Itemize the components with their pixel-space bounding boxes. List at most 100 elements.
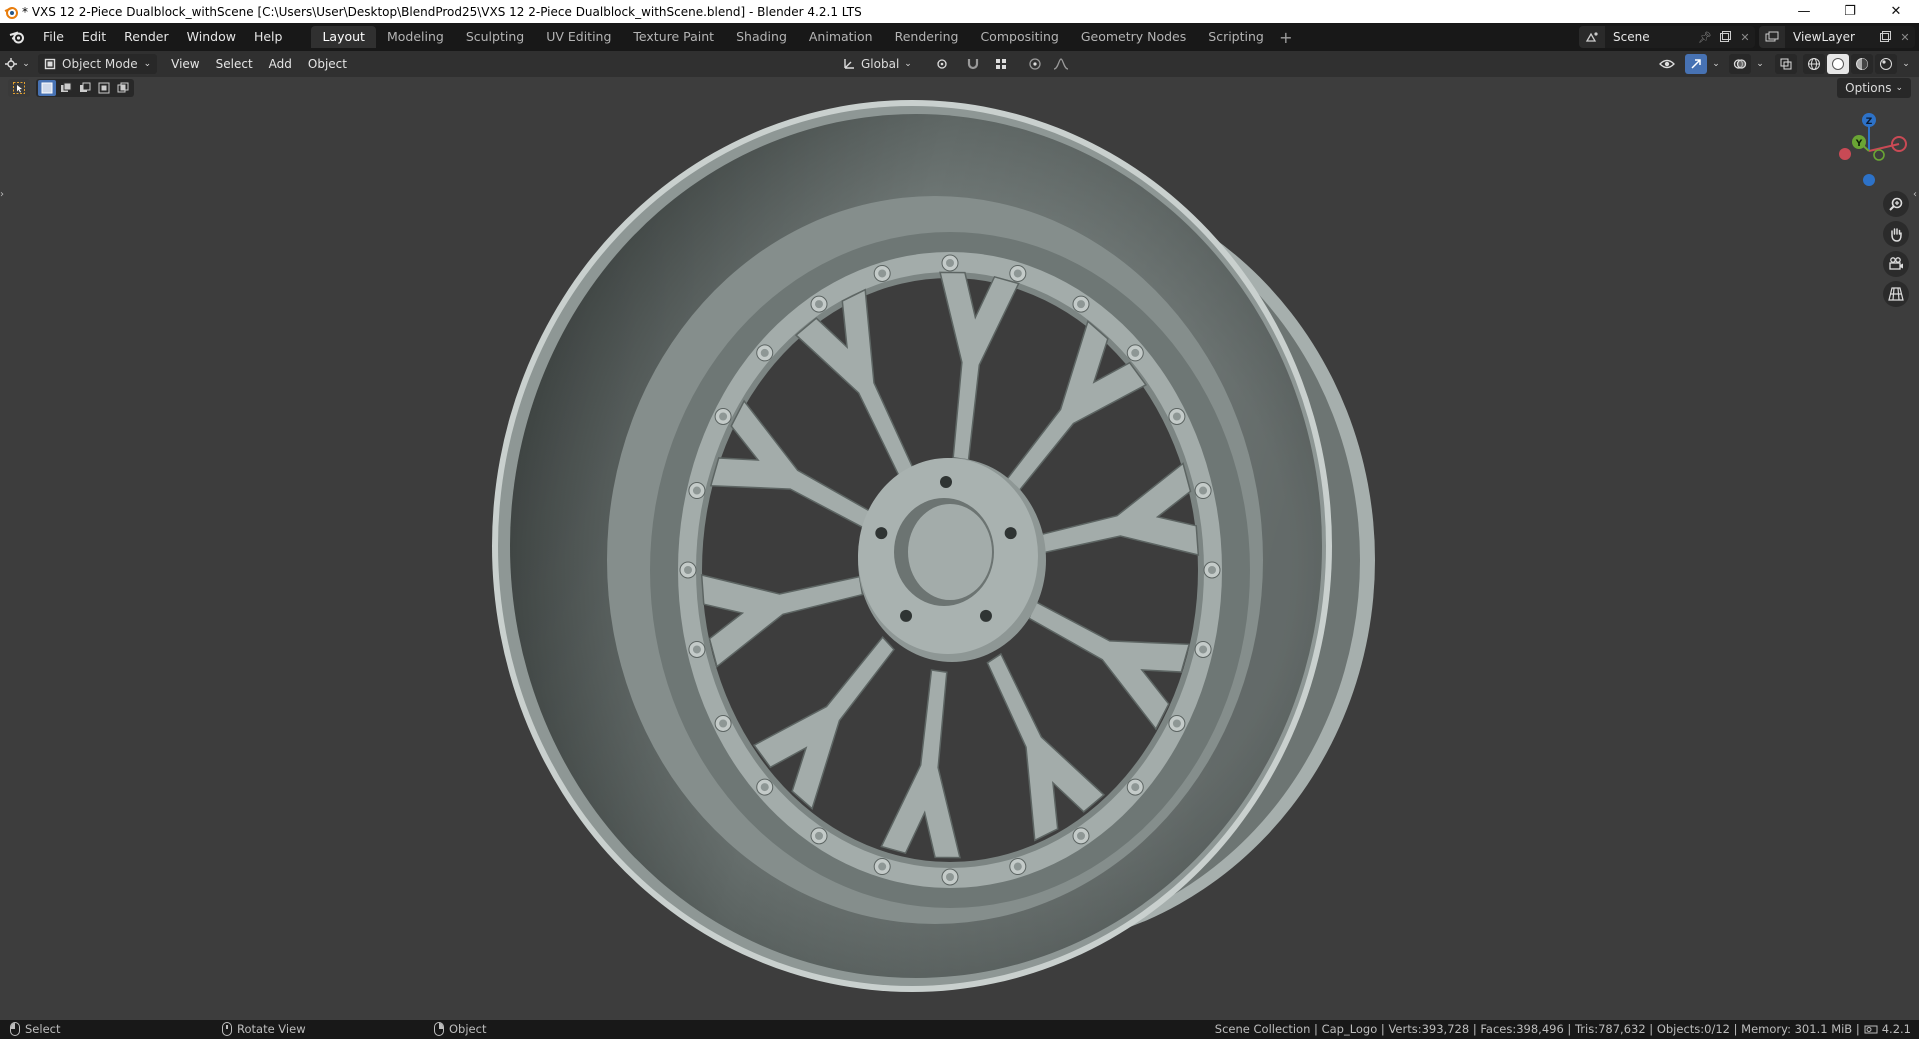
visibility-button[interactable]	[1651, 54, 1683, 74]
menu-edit[interactable]: Edit	[73, 25, 115, 49]
tab-texture-paint[interactable]: Texture Paint	[622, 26, 725, 48]
navigation-gizmo[interactable]: Z Y	[1827, 110, 1911, 194]
show-gizmo-button[interactable]	[1685, 54, 1707, 74]
gizmo-neg-x-axis[interactable]	[1839, 148, 1851, 160]
editor-type-button[interactable]: ⌄	[0, 54, 34, 74]
minimize-button[interactable]: —	[1781, 0, 1827, 23]
options-label: Options	[1845, 81, 1892, 95]
menu-render[interactable]: Render	[115, 25, 178, 49]
perspective-toggle-button[interactable]	[1883, 281, 1909, 307]
menu-add[interactable]: Add	[261, 57, 300, 71]
delete-scene-icon[interactable]: ✕	[1735, 26, 1755, 48]
chevron-down-icon: ⌄	[1895, 83, 1903, 93]
scene-selector[interactable]: Scene 📌︎ ✕	[1579, 26, 1755, 48]
gpu-icon	[1864, 1025, 1878, 1033]
window-titlebar: * VXS 12 2-Piece Dualblock_withScene [C:…	[0, 0, 1919, 23]
viewport-header: ⌄ Object Mode ⌄ View Select Add Object G…	[0, 51, 1919, 77]
menu-view[interactable]: View	[163, 57, 207, 71]
tab-scripting[interactable]: Scripting	[1197, 26, 1275, 48]
view-layer-selector[interactable]: ViewLayer ✕	[1759, 26, 1915, 48]
chevron-down-icon[interactable]: ⌄	[1709, 54, 1723, 74]
blender-logo-icon[interactable]	[0, 23, 34, 51]
xray-toggle-button[interactable]	[1775, 54, 1797, 74]
scene-name[interactable]: Scene	[1605, 30, 1695, 44]
tab-rendering[interactable]: Rendering	[884, 26, 970, 48]
select-new-icon[interactable]	[38, 80, 56, 96]
gizmo-arrow-icon	[1691, 59, 1701, 69]
bolt	[756, 778, 774, 796]
chevron-down-icon[interactable]: ⌄	[1753, 54, 1767, 74]
zoom-button[interactable]	[1883, 191, 1909, 217]
menu-file[interactable]: File	[34, 25, 73, 49]
magnet-icon	[967, 59, 978, 70]
new-scene-icon[interactable]	[1715, 26, 1735, 48]
add-workspace-button[interactable]: +	[1275, 26, 1297, 48]
delete-view-layer-icon[interactable]: ✕	[1895, 26, 1915, 48]
center-bore	[908, 504, 992, 600]
bolt	[714, 715, 732, 732]
chevron-down-icon[interactable]: ⌄	[1899, 54, 1913, 74]
shading-wireframe-button[interactable]	[1803, 54, 1825, 74]
tab-sculpting[interactable]: Sculpting	[455, 26, 535, 48]
grid-perspective-icon	[1888, 287, 1904, 301]
shading-rendered-button[interactable]	[1875, 54, 1897, 74]
new-view-layer-icon[interactable]	[1875, 26, 1895, 48]
shading-solid-button[interactable]	[1827, 54, 1849, 74]
menu-select[interactable]: Select	[208, 57, 261, 71]
orientation-selector[interactable]: Global ⌄	[838, 54, 916, 74]
active-tool-button[interactable]	[8, 79, 30, 97]
shading-material-button[interactable]	[1851, 54, 1873, 74]
menu-help[interactable]: Help	[245, 25, 292, 49]
snap-toggle-button[interactable]	[962, 54, 984, 74]
chevron-down-icon: ⌄	[143, 59, 152, 69]
pan-button[interactable]	[1883, 221, 1909, 247]
view-layer-name[interactable]: ViewLayer	[1785, 30, 1875, 44]
tab-modeling[interactable]: Modeling	[376, 26, 455, 48]
toolbar-expand-icon[interactable]: ›	[0, 189, 4, 200]
scene-statistics: Scene Collection | Cap_Logo | Verts:393,…	[1215, 1022, 1911, 1036]
select-subtract-icon[interactable]	[76, 80, 94, 96]
view-layer-icon	[1759, 26, 1785, 48]
menu-window[interactable]: Window	[178, 25, 245, 49]
restore-button[interactable]: ❐	[1827, 0, 1873, 23]
menu-object[interactable]: Object	[300, 57, 355, 71]
overlays-icon	[1733, 59, 1747, 69]
select-intersect-icon[interactable]	[114, 80, 132, 96]
3d-viewport[interactable]: › ‹ Z Y	[0, 77, 1919, 1020]
gizmo-neg-z-axis[interactable]	[1863, 174, 1875, 186]
camera-view-button[interactable]	[1883, 251, 1909, 277]
falloff-button[interactable]	[1048, 54, 1074, 74]
pivot-icon	[937, 59, 947, 69]
proportional-edit-button[interactable]	[1024, 54, 1046, 74]
bolt	[688, 482, 706, 500]
object-mode-icon	[44, 58, 56, 70]
bolt	[941, 868, 959, 886]
pivot-point-button[interactable]	[926, 54, 960, 74]
gizmo-neg-y-axis[interactable]	[1873, 149, 1885, 161]
tab-layout[interactable]: Layout	[311, 26, 376, 48]
status-select-label: Select	[25, 1022, 61, 1036]
tab-uv-editing[interactable]: UV Editing	[535, 26, 622, 48]
bolt	[1126, 778, 1144, 796]
tab-compositing[interactable]: Compositing	[969, 26, 1069, 48]
viewport-display-controls: ⌄ ⌄ ⌄	[1651, 54, 1913, 74]
select-invert-icon[interactable]	[95, 80, 113, 96]
bolt	[873, 858, 891, 876]
overlays-button[interactable]	[1729, 54, 1751, 74]
pin-icon[interactable]: 📌︎	[1695, 26, 1715, 48]
version-label: 4.2.1	[1881, 1022, 1911, 1036]
sidebar-expand-icon[interactable]: ‹	[1913, 189, 1917, 200]
close-button[interactable]: ✕	[1873, 0, 1919, 23]
bolt	[810, 827, 828, 845]
select-extend-icon[interactable]	[57, 80, 75, 96]
snap-grid-icon	[995, 59, 1006, 69]
tab-geometry-nodes[interactable]: Geometry Nodes	[1070, 26, 1197, 48]
tab-animation[interactable]: Animation	[798, 26, 884, 48]
options-dropdown[interactable]: Options ⌄	[1837, 78, 1911, 98]
tab-shading[interactable]: Shading	[725, 26, 798, 48]
mode-selector[interactable]: Object Mode ⌄	[38, 54, 158, 74]
wheel-model[interactable]	[0, 77, 1919, 1020]
bolt	[756, 344, 774, 362]
workspace-tabs: Layout Modeling Sculpting UV Editing Tex…	[311, 23, 1296, 51]
snap-target-button[interactable]	[986, 54, 1016, 74]
